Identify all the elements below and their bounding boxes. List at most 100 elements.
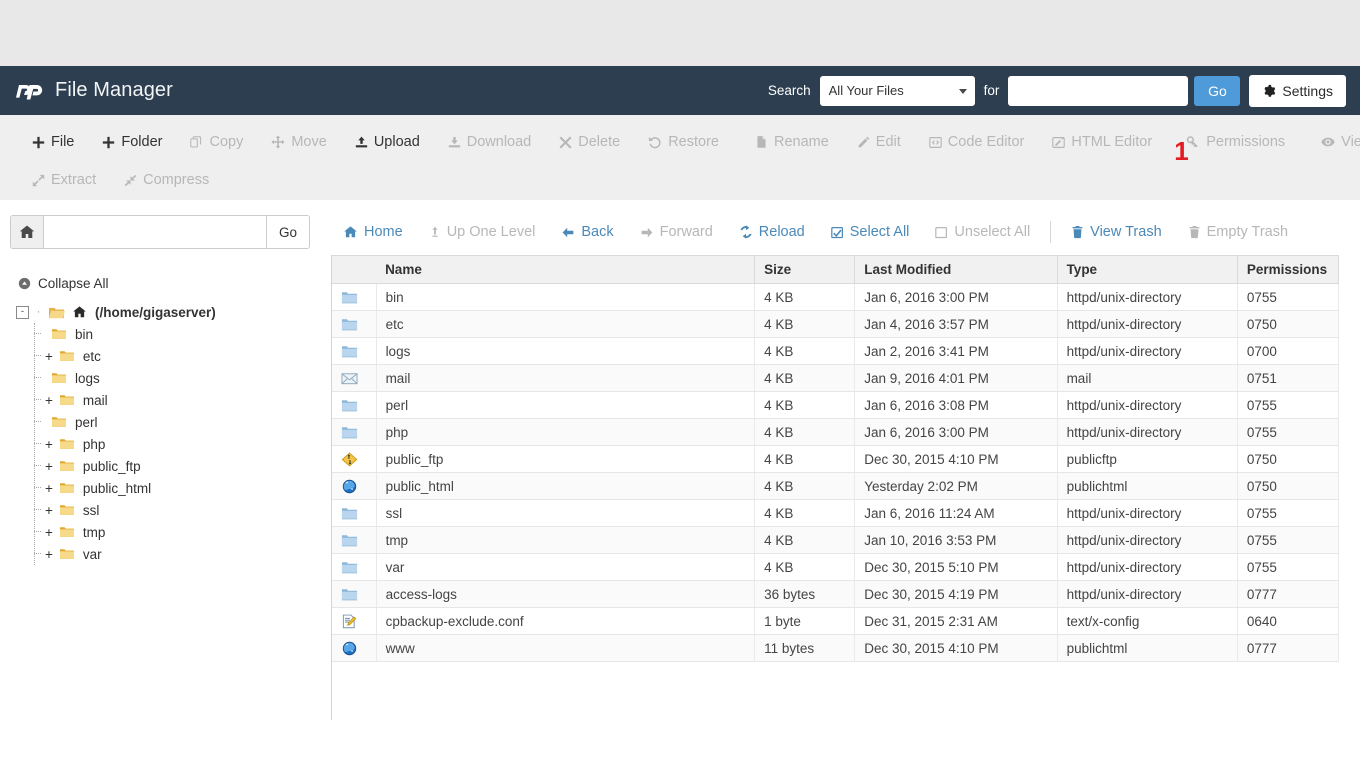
file-name-cell[interactable]: mail: [376, 364, 756, 392]
tree-node-root[interactable]: - · (/home/gigaserver): [16, 301, 330, 323]
tree-expander-icon[interactable]: +: [45, 349, 53, 364]
toolbar-button-folder[interactable]: Folder: [88, 134, 176, 150]
search-input[interactable]: [1008, 75, 1189, 106]
toolbar-button-delete: Delete: [545, 134, 634, 150]
nav-button-reload[interactable]: Reload: [726, 224, 818, 240]
column-header-size[interactable]: Size: [754, 255, 856, 284]
table-row[interactable]: etc 4 KB Jan 4, 2016 3:57 PM httpd/unix-dir…: [332, 310, 1340, 338]
file-name-cell[interactable]: access-logs: [376, 580, 756, 608]
file-name-cell[interactable]: public_html: [376, 472, 756, 500]
table-row[interactable]: mail 4 KB Jan 9, 2016 4:01 PM mail 0751: [332, 364, 1340, 392]
table-row[interactable]: cpbackup-exclude.conf 1 byte Dec 31, 2015 …: [332, 607, 1340, 635]
tree-item-php[interactable]: + php: [34, 433, 330, 455]
file-permissions-cell: 0750: [1237, 445, 1340, 473]
tree-expander-icon[interactable]: +: [45, 393, 53, 408]
column-header-permissions[interactable]: Permissions: [1237, 255, 1340, 284]
folder-icon: [59, 503, 75, 517]
search-scope-select[interactable]: All Your Files: [819, 75, 975, 106]
tree-item-mail[interactable]: + mail: [34, 389, 330, 411]
tree-item-ssl[interactable]: + ssl: [34, 499, 330, 521]
table-row[interactable]: bin 4 KB Jan 6, 2016 3:00 PM httpd/unix-dir…: [332, 283, 1340, 311]
file-type-cell: httpd/unix-directory: [1057, 418, 1238, 446]
path-input[interactable]: [44, 216, 266, 248]
nav-button-home[interactable]: Home: [330, 224, 416, 240]
collapse-all-button[interactable]: Collapse All: [18, 276, 330, 291]
folder-blue-icon: [332, 526, 377, 554]
file-name-cell[interactable]: public_ftp: [376, 445, 756, 473]
file-name-cell[interactable]: etc: [376, 310, 756, 338]
tree-item-etc[interactable]: + etc: [34, 345, 330, 367]
file-name-cell[interactable]: bin: [376, 283, 756, 311]
file-modified-cell: Dec 30, 2015 4:10 PM: [854, 445, 1058, 473]
tree-expander-icon[interactable]: +: [45, 503, 53, 518]
arrow-left-icon: [561, 226, 575, 239]
file-modified-cell: Jan 2, 2016 3:41 PM: [854, 337, 1058, 365]
folder-blue-icon: [332, 283, 377, 311]
table-row[interactable]: php 4 KB Jan 6, 2016 3:00 PM httpd/unix-dir…: [332, 418, 1340, 446]
path-go-button[interactable]: Go: [266, 216, 309, 248]
column-header-name[interactable]: Name: [376, 255, 756, 284]
eye-icon: [1321, 135, 1335, 149]
globe-icon: [332, 472, 377, 500]
nav-button-select-all[interactable]: Select All: [818, 224, 923, 240]
tree-item-bin[interactable]: bin: [34, 323, 330, 345]
compress-icon: [124, 174, 137, 187]
tree-item-label: tmp: [82, 524, 106, 540]
nav-button-view-trash[interactable]: View Trash: [1058, 224, 1174, 240]
x-delete-icon: [559, 135, 572, 149]
file-name-cell[interactable]: php: [376, 418, 756, 446]
toolbar-button-upload[interactable]: Upload: [341, 134, 434, 150]
trash-icon: [1071, 225, 1084, 239]
tree-item-public_ftp[interactable]: + public_ftp: [34, 455, 330, 477]
file-permissions-cell: 0755: [1237, 553, 1340, 581]
tree-expander-icon[interactable]: +: [45, 437, 53, 452]
annotation-marker-1: 1: [1174, 136, 1189, 166]
table-row[interactable]: perl 4 KB Jan 6, 2016 3:08 PM httpd/unix-di…: [332, 391, 1340, 419]
file-name-cell[interactable]: ssl: [376, 499, 756, 527]
file-permissions-cell: 0755: [1237, 499, 1340, 527]
table-row[interactable]: ssl 4 KB Jan 6, 2016 11:24 AM httpd/unix-di…: [332, 499, 1340, 527]
file-name-cell[interactable]: tmp: [376, 526, 756, 554]
table-row[interactable]: access-logs 36 bytes Dec 30, 2015 4:19 PM h…: [332, 580, 1340, 608]
settings-button[interactable]: Settings: [1249, 74, 1346, 107]
brand: File Manager: [16, 79, 173, 102]
file-permissions-cell: 0755: [1237, 391, 1340, 419]
home-icon: [343, 225, 358, 239]
column-header-type[interactable]: Type: [1057, 255, 1238, 284]
file-permissions-cell: 0700: [1237, 337, 1340, 365]
nav-button-back[interactable]: Back: [548, 224, 626, 240]
tree-item-var[interactable]: + var: [34, 543, 330, 565]
tree-expander-icon[interactable]: +: [45, 525, 53, 540]
path-home-icon[interactable]: [11, 216, 44, 248]
search-go-button[interactable]: Go: [1194, 75, 1241, 106]
column-header-last-modified[interactable]: Last Modified: [854, 255, 1058, 284]
tree-item-perl[interactable]: perl: [34, 411, 330, 433]
tree-item-tmp[interactable]: + tmp: [34, 521, 330, 543]
root-expander-icon[interactable]: -: [16, 305, 29, 319]
toolbar-button-file[interactable]: File: [18, 134, 88, 150]
folder-blue-icon: [332, 310, 377, 338]
toolbar-button-label: Move: [291, 134, 327, 150]
file-name-cell[interactable]: var: [376, 553, 756, 581]
navigation-bar: Go Home Up One Level Back Forward Reload Sele…: [0, 211, 1360, 253]
folder-blue-icon: [332, 418, 377, 446]
file-modified-cell: Dec 30, 2015 4:19 PM: [854, 580, 1058, 608]
move-arrows-icon: [271, 135, 285, 149]
file-name-cell[interactable]: www: [376, 634, 756, 662]
tree-expander-icon[interactable]: +: [45, 547, 53, 562]
table-row[interactable]: var 4 KB Dec 30, 2015 5:10 PM httpd/unix-di…: [332, 553, 1340, 581]
table-row[interactable]: logs 4 KB Jan 2, 2016 3:41 PM httpd/unix-di…: [332, 337, 1340, 365]
table-row[interactable]: public_html 4 KB Yesterday 2:02 PM publicht…: [332, 472, 1340, 500]
tree-item-logs[interactable]: logs: [34, 367, 330, 389]
nav-button-label: Select All: [849, 224, 910, 240]
tree-item-public_html[interactable]: + public_html: [34, 477, 330, 499]
tree-expander-icon[interactable]: +: [45, 481, 53, 496]
file-name-cell[interactable]: perl: [376, 391, 756, 419]
nav-button-label: Empty Trash: [1206, 224, 1289, 240]
table-row[interactable]: public_ftp 4 KB Dec 30, 2015 4:10 PM public…: [332, 445, 1340, 473]
file-name-cell[interactable]: logs: [376, 337, 756, 365]
file-name-cell[interactable]: cpbackup-exclude.conf: [376, 607, 756, 635]
tree-expander-icon[interactable]: +: [45, 459, 53, 474]
table-row[interactable]: tmp 4 KB Jan 10, 2016 3:53 PM httpd/unix-di…: [332, 526, 1340, 554]
table-row[interactable]: www 11 bytes Dec 30, 2015 4:10 PM publichtm…: [332, 634, 1340, 662]
